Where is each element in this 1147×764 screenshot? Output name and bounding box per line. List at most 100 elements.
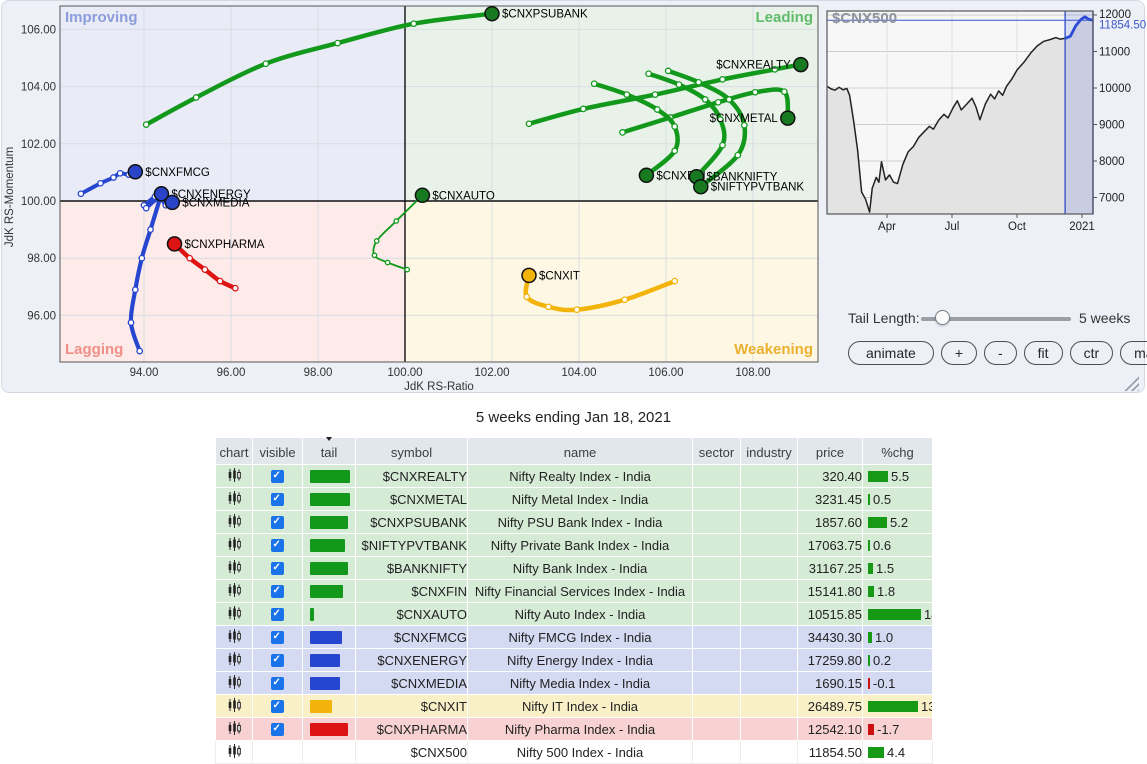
tail-cell <box>303 580 356 603</box>
trail-end-$CNXREALTY[interactable] <box>794 58 808 72</box>
button-[interactable]: + <box>941 341 977 365</box>
chart-link-cell[interactable] <box>216 741 253 764</box>
chart-link-cell[interactable] <box>216 465 253 488</box>
symbol-cell: $BANKNIFTY <box>356 557 468 580</box>
visible-checkbox-checked[interactable] <box>271 608 284 621</box>
positive-change-bar <box>868 747 884 758</box>
column-header-industry[interactable]: industry <box>741 438 798 465</box>
tail-cell <box>303 649 356 672</box>
column-header-chart[interactable]: chart <box>216 438 253 465</box>
pct-change-cell: 5.5 <box>863 465 933 488</box>
name-cell: Nifty Realty Index - India <box>468 465 693 488</box>
tail-length-slider[interactable] <box>921 309 1071 327</box>
industry-cell <box>741 465 798 488</box>
chart-link-cell[interactable] <box>216 534 253 557</box>
sector-cell <box>693 695 741 718</box>
visible-cell <box>253 580 303 603</box>
button-animate[interactable]: animate <box>848 341 934 365</box>
visible-checkbox-checked[interactable] <box>271 562 284 575</box>
trail-end-$CNXPHARMA[interactable] <box>168 237 182 251</box>
trail-end-$CNXMEDIA[interactable] <box>165 195 179 209</box>
chart-link-cell[interactable] <box>216 626 253 649</box>
slider-handle[interactable] <box>935 310 950 325</box>
symbol-cell: $NIFTYPVTBANK <box>356 534 468 557</box>
pct-change-value: 5.5 <box>891 469 909 484</box>
price-cell: 31167.25 <box>798 557 863 580</box>
sector-cell <box>693 557 741 580</box>
visible-checkbox-checked[interactable] <box>271 677 284 690</box>
trail-end-$CNXFIN[interactable] <box>639 168 653 182</box>
positive-change-bar <box>868 586 874 597</box>
column-header-tail[interactable]: tail <box>303 438 356 465</box>
rrg-chart[interactable]: ImprovingLeadingLaggingWeakening94.0096.… <box>2 1 822 397</box>
chart-link-cell[interactable] <box>216 488 253 511</box>
trail-label-$CNXREALTY: $CNXREALTY <box>716 60 791 72</box>
button-[interactable]: - <box>984 341 1017 365</box>
industry-cell <box>741 672 798 695</box>
trail-end-$NIFTYPVTBANK[interactable] <box>694 180 708 194</box>
column-header-name[interactable]: name <box>468 438 693 465</box>
visible-checkbox-checked[interactable] <box>271 654 284 667</box>
symbol-cell: $CNX500 <box>356 741 468 764</box>
chart-link-cell[interactable] <box>216 580 253 603</box>
trail-marker <box>782 89 787 94</box>
name-cell: Nifty PSU Bank Index - India <box>468 511 693 534</box>
candlestick-chart-icon <box>227 674 242 690</box>
trail-end-$CNXAUTO[interactable] <box>415 188 429 202</box>
trail-marker <box>405 267 409 271</box>
visible-checkbox-checked[interactable] <box>271 585 284 598</box>
trail-end-$CNXPSUBANK[interactable] <box>485 7 499 21</box>
tail-color-swatch <box>310 516 348 529</box>
chart-link-cell[interactable] <box>216 557 253 580</box>
column-header-visible[interactable]: visible <box>253 438 303 465</box>
price-cell: 1690.15 <box>798 672 863 695</box>
table-row-CNXPSUBANK: $CNXPSUBANKNifty PSU Bank Index - India1… <box>216 511 933 534</box>
visible-checkbox-checked[interactable] <box>271 539 284 552</box>
visible-checkbox-checked[interactable] <box>271 493 284 506</box>
chart-link-cell[interactable] <box>216 695 253 718</box>
column-header-sector[interactable]: sector <box>693 438 741 465</box>
chart-link-cell[interactable] <box>216 511 253 534</box>
trail-label-$NIFTYPVTBANK: $NIFTYPVTBANK <box>711 182 805 194</box>
trail-marker <box>672 278 677 283</box>
button-max[interactable]: max <box>1120 341 1147 365</box>
visible-cell <box>253 488 303 511</box>
trail-marker <box>117 171 122 176</box>
button-ctr[interactable]: ctr <box>1070 341 1114 365</box>
trail-marker <box>652 92 657 97</box>
industry-cell <box>741 626 798 649</box>
chart-link-cell[interactable] <box>216 672 253 695</box>
trail-marker <box>128 320 133 325</box>
name-cell: Nifty IT Index - India <box>468 695 693 718</box>
chart-link-cell[interactable] <box>216 649 253 672</box>
trail-marker <box>753 90 758 95</box>
trail-end-$CNXIT[interactable] <box>522 268 536 282</box>
visible-checkbox-checked[interactable] <box>271 631 284 644</box>
visible-checkbox-checked[interactable] <box>271 516 284 529</box>
visible-checkbox-checked[interactable] <box>271 723 284 736</box>
chart-link-cell[interactable] <box>216 718 253 741</box>
chart-panel: ImprovingLeadingLaggingWeakening94.0096.… <box>1 0 1145 393</box>
trail-label-$CNXIT: $CNXIT <box>539 270 580 282</box>
chart-link-cell[interactable] <box>216 603 253 626</box>
column-header-price[interactable]: price <box>798 438 863 465</box>
price-cell: 10515.85 <box>798 603 863 626</box>
index-table: chartvisibletailsymbolnamesectorindustry… <box>215 437 933 764</box>
visible-checkbox-checked[interactable] <box>271 470 284 483</box>
trail-end-$CNXFMCG[interactable] <box>128 165 142 179</box>
tail-color-swatch <box>310 539 345 552</box>
tail-cell <box>303 534 356 557</box>
pct-change-value: 0.5 <box>873 492 891 507</box>
column-header-symbol[interactable]: symbol <box>356 438 468 465</box>
button-fit[interactable]: fit <box>1024 341 1063 365</box>
positive-change-bar <box>868 655 870 666</box>
pct-change-value: 0.2 <box>873 653 891 668</box>
table-row-CNXAUTO: $CNXAUTONifty Auto Index - India10515.85… <box>216 603 933 626</box>
trail-marker <box>526 121 531 126</box>
positive-change-bar <box>868 632 872 643</box>
column-header-chg[interactable]: %chg <box>863 438 933 465</box>
resize-handle[interactable] <box>1122 376 1139 391</box>
visible-checkbox-checked[interactable] <box>271 700 284 713</box>
price-cell: 26489.75 <box>798 695 863 718</box>
trail-end-$CNXMETAL[interactable] <box>781 111 795 125</box>
